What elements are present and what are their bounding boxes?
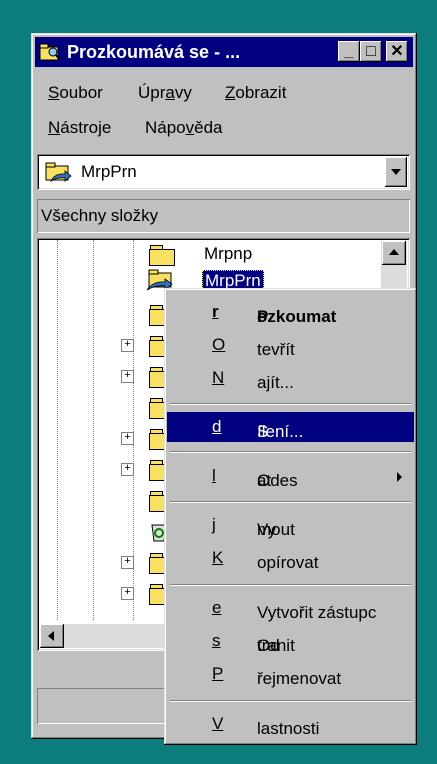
shared-folder-icon xyxy=(45,162,72,183)
close-icon: ✕ xyxy=(390,43,404,60)
menu-item-prejmenovat[interactable]: Přejmenovat xyxy=(167,659,414,689)
menu-separator xyxy=(170,700,411,702)
tree-line xyxy=(93,240,94,620)
menu-separator xyxy=(170,403,411,405)
expand-icon[interactable]: + xyxy=(121,432,134,445)
close-button[interactable]: ✕ xyxy=(386,41,408,62)
expand-icon[interactable]: + xyxy=(121,463,134,476)
scroll-up-button[interactable] xyxy=(382,241,406,265)
menu-item-otevrit[interactable]: Otevřít xyxy=(167,330,414,360)
minimize-icon: _ xyxy=(344,43,354,60)
submenu-arrow-icon xyxy=(397,472,402,482)
address-value: MrpPrn xyxy=(81,162,137,181)
menu-item-kopirovat[interactable]: Kopírovat xyxy=(167,543,414,573)
title-bar[interactable]: Prozkoumává se - ... _ □ ✕ xyxy=(35,37,413,67)
context-menu: Pr ozkoumat Otevřít Najít... Sd ílení... O… xyxy=(164,288,417,745)
expand-icon[interactable]: + xyxy=(121,587,134,600)
expand-icon[interactable]: + xyxy=(121,339,134,352)
menu-separator xyxy=(170,501,411,503)
address-combo[interactable]: MrpPrn xyxy=(37,154,410,190)
menu-item-vyjmout[interactable]: Vy j mout xyxy=(167,510,414,540)
all-folders-label: Všechny složky xyxy=(41,206,159,225)
expand-icon[interactable]: + xyxy=(121,556,134,569)
window-title: Prozkoumává se - ... xyxy=(67,42,241,62)
tree-line xyxy=(57,240,58,620)
arrow-left-icon xyxy=(48,631,54,641)
maximize-icon: □ xyxy=(366,43,376,60)
chevron-down-icon xyxy=(391,169,401,175)
menu-separator xyxy=(170,451,411,453)
menu-napoveda[interactable]: Nápověda xyxy=(145,118,223,138)
all-folders-header: Všechny složky xyxy=(37,199,410,233)
menu-item-najit[interactable]: Najít... xyxy=(167,363,414,393)
explorer-icon xyxy=(39,43,61,61)
menu-zobrazit[interactable]: Zobrazit xyxy=(225,83,286,103)
arrow-up-icon xyxy=(389,249,399,255)
scroll-left-button[interactable] xyxy=(40,624,64,648)
folder-icon xyxy=(149,245,175,266)
expand-icon[interactable]: + xyxy=(121,370,134,383)
minimize-button[interactable]: _ xyxy=(338,41,360,62)
menu-item-odeslat[interactable]: Odes l at xyxy=(167,461,414,491)
menu-item-vlastnosti[interactable]: Vlastnosti xyxy=(167,709,414,739)
maximize-button[interactable]: □ xyxy=(360,41,382,62)
menu-item-sdileni[interactable]: Sd ílení... xyxy=(167,412,414,442)
menu-upravy[interactable]: Úpravy xyxy=(138,83,192,103)
menu-soubor[interactable]: Soubor xyxy=(48,83,103,103)
menu-nastroje[interactable]: Nástroje xyxy=(48,118,111,138)
tree-item-mrpnp[interactable]: Mrpnp xyxy=(204,244,252,264)
menu-item-odstranit[interactable]: Od s tranit xyxy=(167,626,414,656)
address-dropdown-button[interactable] xyxy=(385,157,407,187)
menu-item-vytvorit-zastupce[interactable]: Vytvořit zástupc e xyxy=(167,593,414,623)
menu-item-prozkoumat[interactable]: Pr ozkoumat xyxy=(167,297,414,327)
menu-separator xyxy=(170,584,411,586)
